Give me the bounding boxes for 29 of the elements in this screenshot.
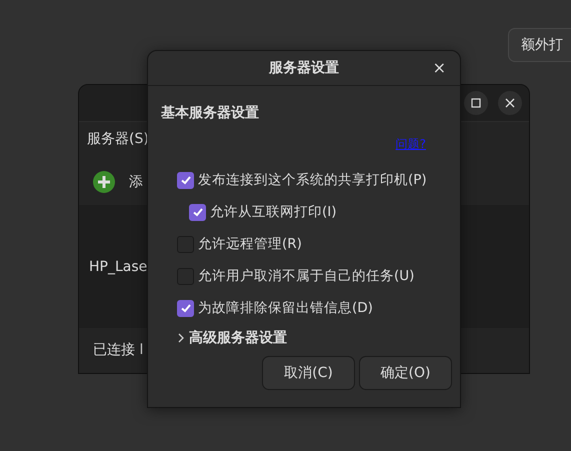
checkbox[interactable] — [177, 172, 194, 188]
close-button[interactable] — [498, 91, 522, 116]
option-label: 允许用户取消不属于自己的任务(U) — [198, 267, 414, 285]
add-icon — [93, 170, 115, 193]
dialog-button[interactable]: 确定(O) — [359, 356, 452, 390]
check-icon — [192, 206, 204, 218]
option-label: 允许远程管理(R) — [198, 235, 302, 253]
checkbox[interactable] — [177, 300, 194, 316]
maximize-button[interactable] — [464, 91, 488, 116]
dialog-button[interactable]: 取消(C) — [262, 356, 355, 390]
option-label: 发布连接到这个系统的共享打印机(P) — [198, 171, 427, 189]
section-heading: 基本服务器设置 — [161, 104, 260, 122]
close-button[interactable]: × — [428, 59, 450, 77]
add-label[interactable]: 添 — [129, 172, 143, 191]
option-label: 为故障排除保留出错信息(D) — [198, 299, 373, 317]
option-label: 允许从互联网打印(I) — [210, 203, 337, 221]
chevron-icon — [177, 333, 185, 343]
printer-name[interactable]: HP_Lase — [89, 258, 148, 275]
check-icon — [180, 302, 192, 314]
dialog-title: 服务器设置 — [269, 59, 339, 77]
maximize-icon — [471, 98, 481, 108]
server-menu[interactable]: 服务器(S) — [87, 131, 149, 148]
checkbox[interactable] — [189, 204, 206, 220]
expander-label: 高级服务器设置 — [189, 329, 287, 347]
check-icon — [180, 174, 192, 186]
status-text: 已连接 l — [93, 341, 144, 360]
extra-button[interactable]: 额外打 — [508, 28, 571, 62]
close-icon — [505, 98, 515, 108]
advanced-expander[interactable]: 高级服务器设置 — [161, 324, 287, 352]
